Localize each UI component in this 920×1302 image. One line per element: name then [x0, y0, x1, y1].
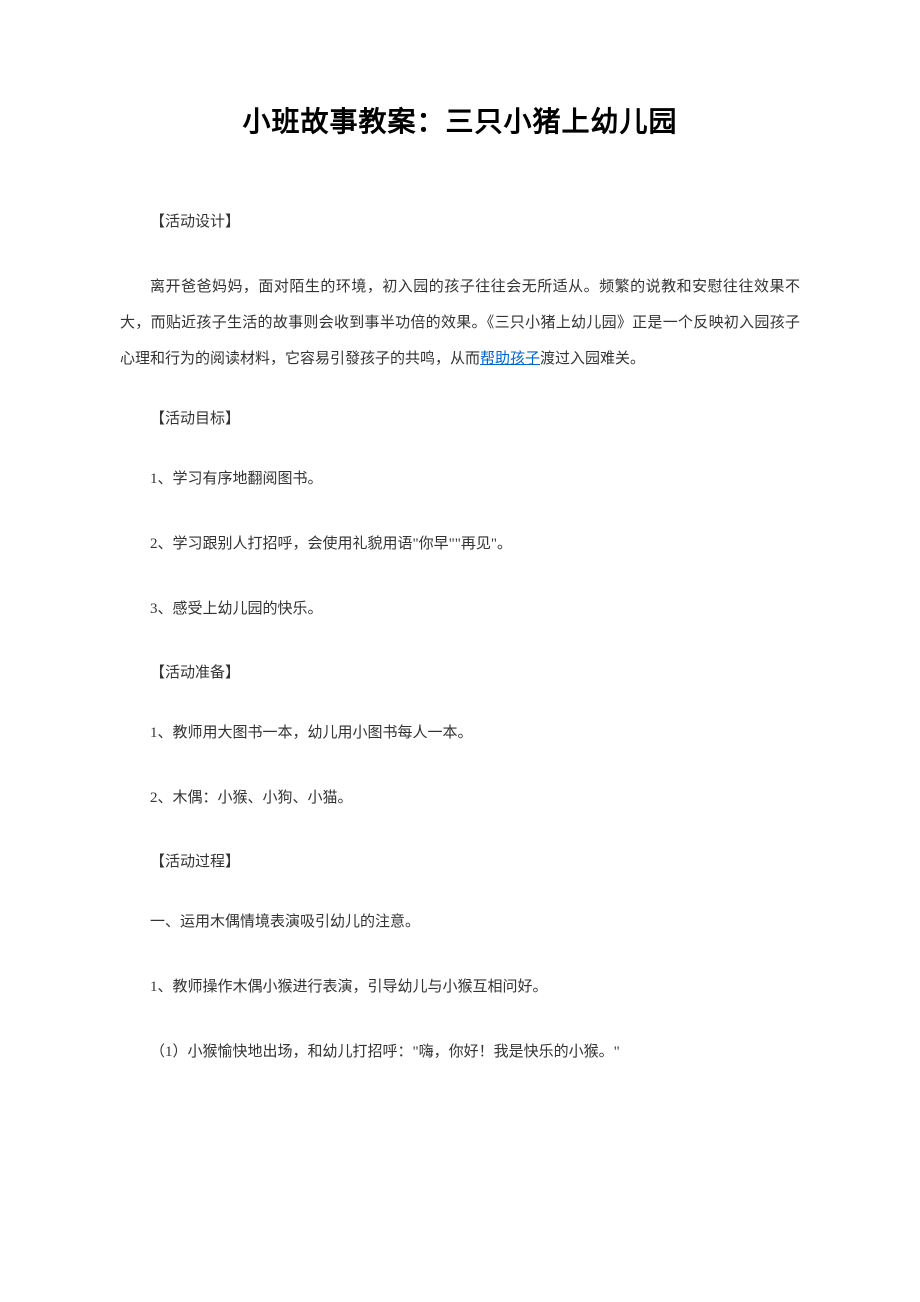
goal-item: 1、学习有序地翻阅图书。: [120, 466, 800, 493]
help-children-link[interactable]: 帮助孩子: [480, 351, 540, 367]
goal-item: 3、感受上幼儿园的快乐。: [120, 596, 800, 623]
section-header-design: 【活动设计】: [120, 210, 800, 231]
section-header-goals: 【活动目标】: [120, 407, 800, 428]
preparation-item: 1、教师用大图书一本，幼儿用小图书每人一本。: [120, 720, 800, 747]
section-header-preparation: 【活动准备】: [120, 661, 800, 682]
process-item: 1、教师操作木偶小猴进行表演，引导幼儿与小猴互相问好。: [120, 974, 800, 1001]
process-item: 一、运用木偶情境表演吸引幼儿的注意。: [120, 909, 800, 936]
page-title: 小班故事教案：三只小猪上幼儿园: [120, 100, 800, 140]
goal-item: 2、学习跟别人打招呼，会使用礼貌用语"你早""再见"。: [120, 531, 800, 558]
section-header-process: 【活动过程】: [120, 850, 800, 871]
preparation-item: 2、木偶：小猴、小狗、小猫。: [120, 785, 800, 812]
document-page: 小班故事教案：三只小猪上幼儿园 【活动设计】 离开爸爸妈妈，面对陌生的环境，初入…: [0, 0, 920, 1144]
paragraph-text-part2: 渡过入园难关。: [540, 351, 645, 367]
design-paragraph: 离开爸爸妈妈，面对陌生的环境，初入园的孩子往往会无所适从。频繁的说教和安慰往往效…: [120, 269, 800, 377]
process-item: （1）小猴愉快地出场，和幼儿打招呼："嗨，你好！我是快乐的小猴。": [120, 1039, 800, 1066]
paragraph-text-part1: 离开爸爸妈妈，面对陌生的环境，初入园的孩子往往会无所适从。频繁的说教和安慰往往效…: [120, 279, 800, 367]
